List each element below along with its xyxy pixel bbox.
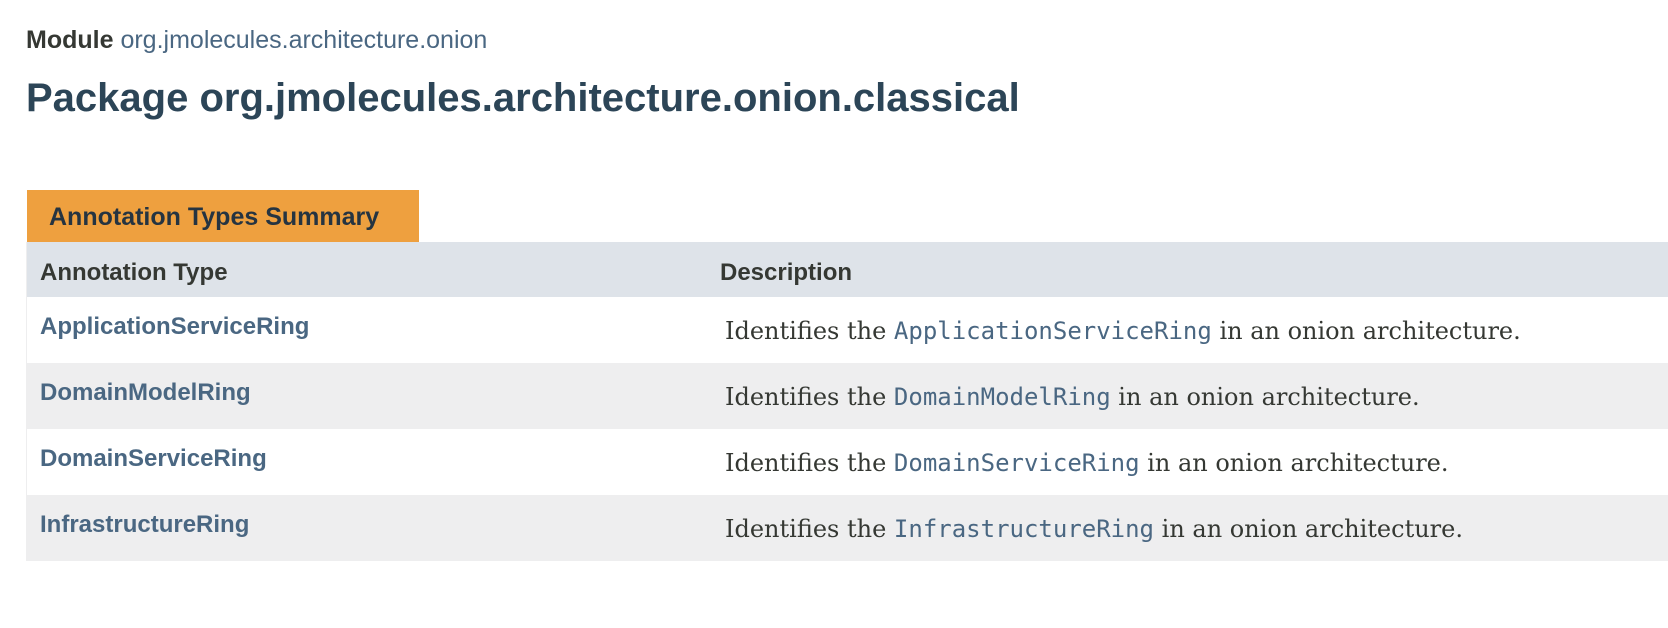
row-description: Identifies the ApplicationServiceRing in… [725, 317, 1521, 345]
annotation-link-infrastructure-ring[interactable]: InfrastructureRing [40, 511, 249, 539]
description-prefix: Identifies the [725, 515, 894, 543]
header: Module org.jmolecules.architecture.onion [26, 22, 487, 58]
annotation-link-domain-service-ring[interactable]: DomainServiceRing [40, 445, 267, 473]
description-prefix: Identifies the [725, 383, 894, 411]
row-description: Identifies the DomainModelRing in an oni… [725, 383, 1420, 411]
table-row: DomainServiceRing Identifies the DomainS… [27, 429, 1668, 495]
column-header-description: Description [720, 259, 853, 286]
page-title: Package org.jmolecules.architecture.onio… [26, 76, 1020, 120]
description-code: ApplicationServiceRing [893, 317, 1212, 345]
annotation-types-table: Annotation Type Description ApplicationS… [26, 242, 1668, 561]
table-row: DomainModelRing Identifies the DomainMod… [27, 363, 1668, 429]
table-row: ApplicationServiceRing Identifies the Ap… [27, 297, 1668, 363]
annotation-link-domain-model-ring[interactable]: DomainModelRing [40, 379, 251, 407]
description-prefix: Identifies the [725, 449, 894, 477]
module-link[interactable]: org.jmolecules.architecture.onion [120, 26, 487, 54]
description-suffix: in an onion architecture. [1154, 515, 1463, 543]
description-code: DomainModelRing [893, 383, 1111, 411]
table-header-row: Annotation Type Description [27, 242, 1668, 297]
description-suffix: in an onion architecture. [1139, 449, 1449, 477]
table-row: InfrastructureRing Identifies the Infras… [27, 495, 1668, 561]
description-suffix: in an onion architecture. [1211, 317, 1521, 345]
module-label: Module [26, 26, 114, 54]
row-description: Identifies the InfrastructureRing in an … [725, 515, 1463, 543]
annotation-link-application-service-ring[interactable]: ApplicationServiceRing [40, 313, 309, 341]
description-prefix: Identifies the [725, 317, 894, 345]
column-header-annotation-type: Annotation Type [40, 259, 228, 286]
description-suffix: in an onion architecture. [1110, 383, 1420, 411]
summary-caption: Annotation Types Summary [27, 190, 419, 242]
module-line: Module org.jmolecules.architecture.onion [26, 22, 487, 58]
description-code: InfrastructureRing [893, 515, 1155, 543]
row-description: Identifies the DomainServiceRing in an o… [725, 449, 1449, 477]
description-code: DomainServiceRing [893, 449, 1140, 477]
